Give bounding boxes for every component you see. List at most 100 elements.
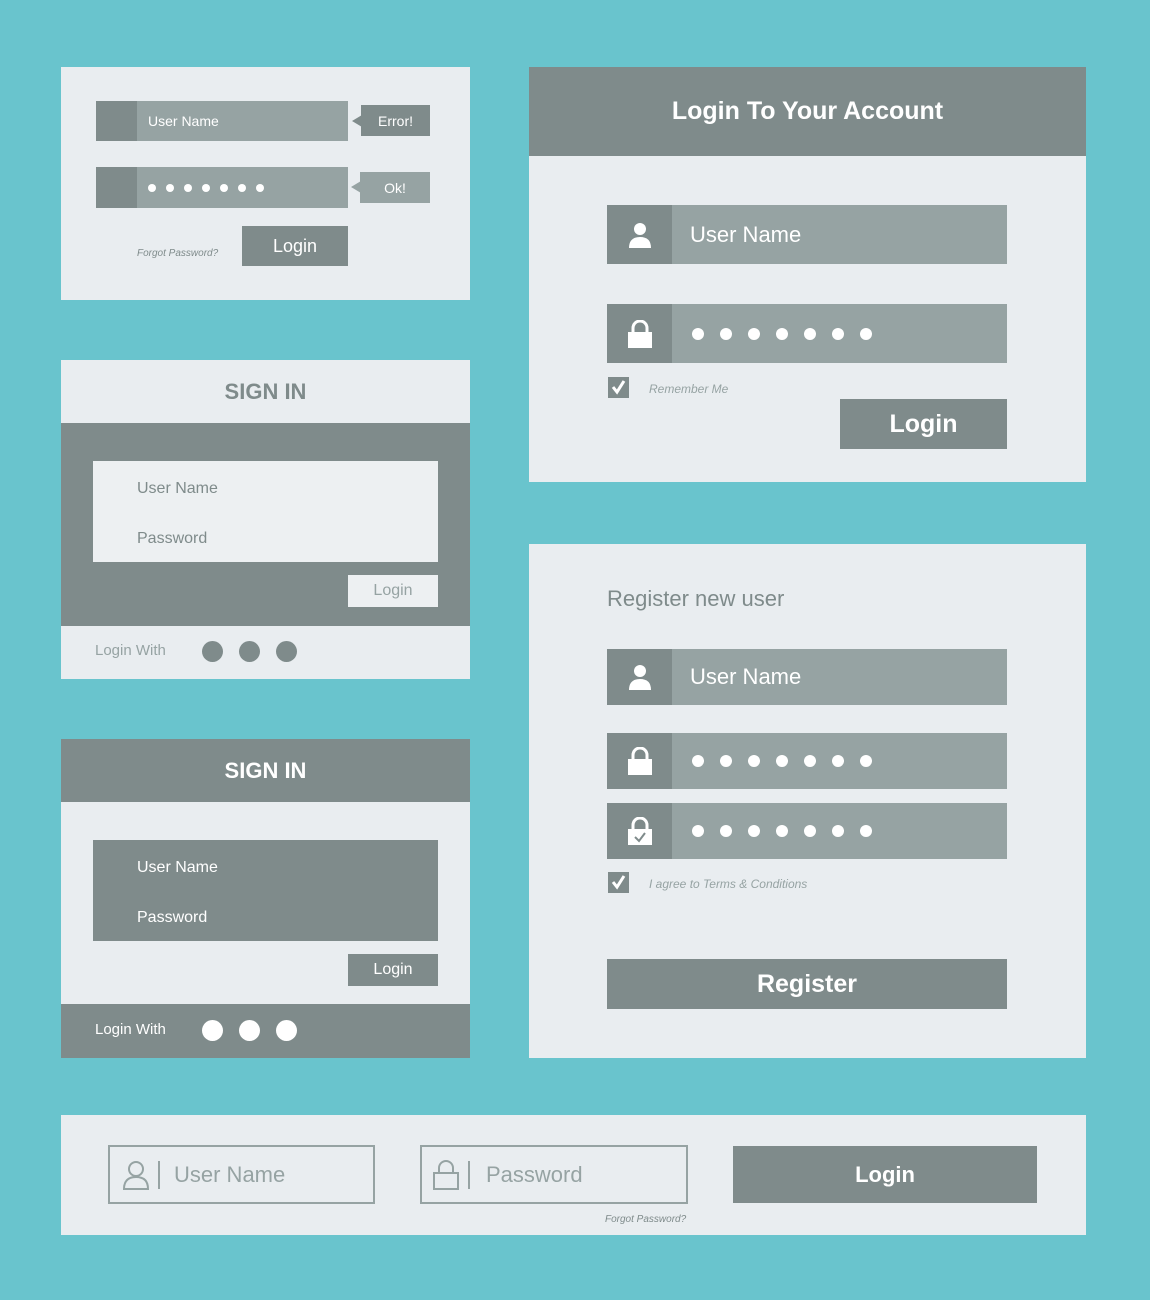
- login-button[interactable]: Login: [242, 226, 348, 266]
- remember-me-checkbox[interactable]: [608, 377, 629, 398]
- signin-body: User Name Password Login: [61, 423, 470, 626]
- password-placeholder: Password: [486, 1161, 583, 1187]
- register-button-label: Register: [756, 969, 858, 998]
- social-login-button[interactable]: [239, 1020, 260, 1041]
- login-button[interactable]: Login: [840, 399, 1007, 449]
- signin-title: SIGN IN: [224, 757, 307, 783]
- password-dot: [720, 327, 732, 340]
- username-input[interactable]: User Name: [137, 101, 348, 141]
- register-panel: Register new user User Name I agree to T…: [529, 544, 1086, 1058]
- password-dot: [832, 825, 844, 837]
- forgot-password-link[interactable]: Forgot Password?: [605, 1214, 686, 1225]
- password-dot: [184, 183, 192, 192]
- password-dot: [166, 183, 174, 192]
- username-field[interactable]: User Name: [137, 480, 218, 498]
- credentials-box: User Name Password: [93, 840, 438, 941]
- password-dot: [748, 825, 760, 837]
- password-dot: [692, 755, 704, 767]
- lock-outline-icon: [433, 1159, 459, 1190]
- lock-check-icon: [627, 817, 652, 845]
- password-input[interactable]: [137, 167, 348, 208]
- password-dot: [748, 755, 760, 767]
- password-input[interactable]: Password: [420, 1145, 688, 1204]
- user-icon: [628, 665, 651, 690]
- ok-tooltip-text: Ok!: [384, 179, 406, 196]
- password-dot: [256, 183, 264, 192]
- username-placeholder: User Name: [690, 664, 802, 689]
- password-dot: [202, 183, 210, 192]
- lock-icon: [627, 747, 652, 775]
- username-icon-box: [96, 101, 137, 141]
- field-divider: [468, 1160, 470, 1189]
- password-dot: [148, 183, 156, 192]
- remember-me-label: Remember Me: [649, 382, 729, 396]
- password-field[interactable]: Password: [137, 530, 207, 548]
- username-placeholder: User Name: [174, 1161, 286, 1187]
- password-dot: [860, 327, 872, 340]
- register-button[interactable]: Register: [607, 959, 1007, 1009]
- social-login-button[interactable]: [276, 1020, 297, 1041]
- social-login-button[interactable]: [239, 641, 260, 662]
- password-field[interactable]: Password: [137, 909, 207, 927]
- user-icon-box: [607, 649, 672, 705]
- login-with-label: Login With: [95, 642, 166, 659]
- signin-panel-dark: SIGN IN User Name Password Login Login W…: [61, 360, 470, 679]
- password-dot: [776, 825, 788, 837]
- signin-title: SIGN IN: [224, 378, 307, 404]
- confirm-password-input[interactable]: [672, 803, 1007, 859]
- forgot-password-link[interactable]: Forgot Password?: [137, 248, 218, 259]
- error-tooltip: Error!: [361, 105, 430, 136]
- account-login-panel: Login To Your Account User Name Remember…: [529, 67, 1086, 482]
- username-placeholder: User Name: [148, 113, 219, 129]
- password-input[interactable]: [672, 304, 1007, 363]
- password-dot: [692, 327, 704, 340]
- ok-tooltip: Ok!: [360, 172, 430, 203]
- username-input[interactable]: User Name: [672, 649, 1007, 705]
- login-with-label: Login With: [95, 1021, 166, 1038]
- lock-icon-box: [607, 733, 672, 789]
- username-field[interactable]: User Name: [137, 859, 218, 877]
- field-divider: [158, 1160, 160, 1189]
- username-placeholder: User Name: [690, 221, 802, 247]
- agree-terms-label: I agree to Terms & Conditions: [649, 877, 808, 891]
- username-input[interactable]: User Name: [672, 205, 1007, 264]
- password-dot: [832, 755, 844, 767]
- account-login-title: Login To Your Account: [671, 97, 944, 125]
- login-button-label: Login: [889, 409, 958, 438]
- inline-login-bar: User Name Password Forgot Password? Logi…: [61, 1115, 1086, 1235]
- password-dot: [860, 825, 872, 837]
- credentials-box: User Name Password: [93, 461, 438, 562]
- password-dot: [720, 825, 732, 837]
- login-button-label: Login: [373, 961, 413, 978]
- password-dot: [804, 327, 816, 340]
- social-login-button[interactable]: [202, 1020, 223, 1041]
- account-login-header: Login To Your Account: [529, 67, 1086, 156]
- password-input[interactable]: [672, 733, 1007, 789]
- password-dot: [748, 327, 760, 340]
- login-button[interactable]: Login: [733, 1146, 1037, 1203]
- username-input[interactable]: User Name: [108, 1145, 375, 1204]
- login-button-label: Login: [373, 582, 413, 599]
- signin-header: SIGN IN: [61, 739, 470, 802]
- login-with-footer: Login With: [61, 1004, 470, 1058]
- user-icon: [628, 222, 651, 248]
- password-dot: [804, 825, 816, 837]
- register-title: Register new user: [607, 586, 785, 611]
- login-button[interactable]: Login: [348, 954, 438, 986]
- password-dot: [692, 825, 704, 837]
- lock-icon: [627, 319, 652, 348]
- compact-login-panel: User Name Error! Ok! Forgot Password? Lo…: [61, 67, 470, 300]
- checkmark-icon: [611, 875, 626, 890]
- login-button[interactable]: Login: [348, 575, 438, 607]
- user-outline-icon: [122, 1160, 150, 1190]
- password-icon-box: [96, 167, 137, 208]
- signin-header: SIGN IN: [61, 360, 470, 423]
- error-tooltip-text: Error!: [378, 112, 413, 129]
- password-dot: [860, 755, 872, 767]
- social-login-button[interactable]: [276, 641, 297, 662]
- social-login-button[interactable]: [202, 641, 223, 662]
- password-dot: [776, 327, 788, 340]
- password-dot: [832, 327, 844, 340]
- agree-terms-checkbox[interactable]: [608, 872, 629, 893]
- password-dot: [776, 755, 788, 767]
